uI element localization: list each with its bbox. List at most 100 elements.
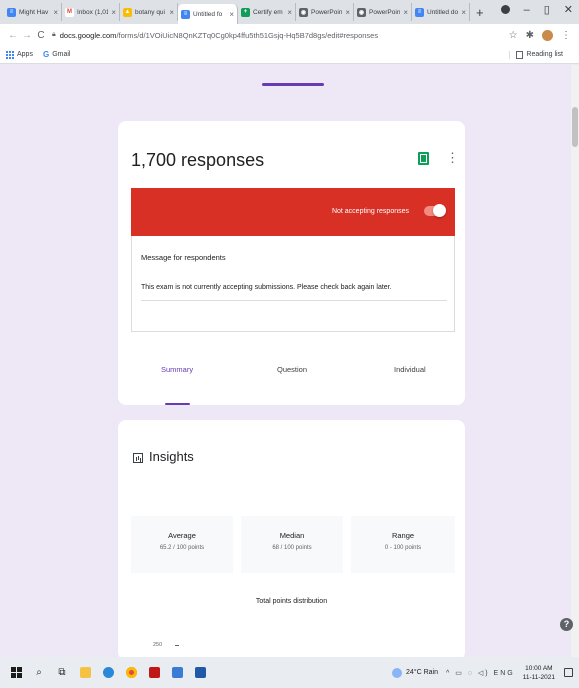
system-tray: 24°C Rain ^ ▭ ◌ ◁) ENG 10:00 AM 11-11-20… — [391, 664, 579, 682]
notification-icon[interactable] — [564, 668, 573, 677]
tray-icons[interactable]: ^ ▭ ◌ ◁) ENG — [446, 669, 515, 677]
stat-value: 65.2 / 100 points — [159, 545, 205, 551]
insights-card: Insights Average 65.2 / 100 points Media… — [118, 420, 465, 657]
tab-close-icon[interactable]: × — [403, 8, 408, 17]
browser-tab-label: Untitled do — [427, 8, 459, 16]
profile-avatar[interactable] — [542, 29, 553, 41]
bookmark-label: Gmail — [52, 51, 71, 58]
chrome-icon: ◉ — [299, 7, 308, 17]
new-tab-button[interactable]: + — [476, 5, 484, 20]
y-axis-tick-mark — [175, 645, 179, 646]
lock-icon: 🔒︎ — [52, 31, 56, 38]
chrome-icon: ◉ — [357, 7, 366, 17]
bookmark-apps[interactable]: Apps — [6, 50, 33, 59]
photos-icon[interactable] — [193, 666, 207, 680]
distribution-chart-title: Total points distribution — [255, 598, 328, 605]
browser-tab[interactable]: ≡ Untitled do × — [412, 3, 470, 21]
search-icon[interactable]: ⌕ — [32, 666, 46, 680]
message-input-underline — [141, 300, 447, 301]
browser-tab-label: PowerPoin — [311, 8, 343, 16]
mcafee-icon[interactable] — [147, 666, 161, 680]
bookmark-gmail[interactable]: G Gmail — [43, 50, 71, 59]
windows-start-icon[interactable] — [9, 666, 23, 680]
scrollbar-thumb[interactable] — [572, 107, 578, 147]
browser-tab-label: Certify em — [253, 8, 283, 16]
tab-question[interactable]: Question — [277, 365, 307, 374]
help-icon[interactable]: ? — [560, 618, 573, 631]
chrome-taskbar-icon[interactable] — [124, 666, 138, 680]
close-window-button[interactable]: ✕ — [564, 3, 573, 16]
reload-button[interactable]: C — [34, 30, 48, 41]
tab-close-icon[interactable]: × — [461, 8, 466, 17]
stat-label: Range — [391, 531, 415, 540]
tab-close-icon[interactable]: × — [345, 8, 350, 17]
y-axis-tick-label: 250 — [153, 642, 163, 648]
create-spreadsheet-icon[interactable] — [418, 152, 429, 165]
tab-close-icon[interactable]: × — [229, 10, 234, 19]
address-bar[interactable]: 🔒︎ docs.google.com/forms/d/1VOiUicN8QnKZ… — [52, 27, 482, 43]
weather-widget[interactable]: 24°C Rain — [391, 667, 438, 678]
tab-summary[interactable]: Summary — [161, 365, 193, 374]
window-controls: – ▯ ✕ — [500, 3, 573, 16]
tab-close-icon[interactable]: × — [169, 8, 174, 17]
tab-close-icon[interactable]: × — [53, 8, 58, 17]
accepting-responses-banner: Not accepting responses — [131, 188, 455, 236]
stat-average: Average 65.2 / 100 points — [131, 516, 233, 573]
page-scrollbar[interactable] — [571, 65, 579, 657]
clock-time: 10:00 AM — [525, 664, 553, 672]
maximize-button[interactable]: ▯ — [544, 3, 550, 16]
browser-tab-strip: ≡ Might Hav × M Inbox (1,01 × ▲ botany q… — [0, 0, 579, 24]
reading-list-icon — [516, 50, 524, 59]
browser-tab[interactable]: + Certify em × — [238, 3, 296, 21]
stat-value: 0 - 100 points — [384, 545, 422, 551]
tab-individual[interactable]: Individual — [394, 365, 426, 374]
browser-tab[interactable]: ≡ Might Hav × — [4, 3, 62, 21]
clock-date: 11-11-2021 — [522, 673, 555, 681]
browser-tab-label: Untitled fo — [193, 10, 223, 18]
respondent-message-box: Message for respondents This exam is not… — [131, 236, 455, 332]
docs-icon: ≡ — [7, 7, 16, 17]
insights-title: Insights — [149, 449, 194, 464]
weather-icon — [391, 667, 402, 678]
sheets-icon: + — [241, 7, 250, 17]
url-host: docs.google.com — [59, 30, 117, 40]
forward-button[interactable]: → — [20, 30, 34, 41]
toolbar-actions: ☆ ✱ ⋮ — [509, 29, 579, 41]
profile-circle-icon[interactable] — [500, 5, 510, 14]
file-explorer-icon[interactable] — [78, 666, 92, 680]
browser-tab-active[interactable]: ≡ Untitled fo × — [178, 4, 238, 24]
browser-menu-icon[interactable]: ⋮ — [561, 30, 571, 41]
task-view-icon[interactable]: ⧉ — [55, 666, 69, 680]
browser-tab-label: Inbox (1,01 — [77, 8, 109, 16]
browser-tab[interactable]: ◉ PowerPoin × — [296, 3, 354, 21]
reading-list-label: Reading list — [526, 51, 563, 58]
browser-tab[interactable]: M Inbox (1,01 × — [62, 3, 120, 21]
accepting-responses-label: Not accepting responses — [331, 208, 409, 215]
browser-tab[interactable]: ▲ botany qui × — [120, 3, 178, 21]
header-tab-indicator — [262, 83, 324, 86]
tab-close-icon[interactable]: × — [111, 8, 116, 17]
message-label: Message for respondents — [141, 253, 226, 262]
responses-tabs: Summary Question Individual — [118, 365, 465, 405]
minimize-button[interactable]: – — [524, 4, 530, 16]
more-options-icon[interactable]: ⋮ — [446, 151, 459, 164]
reading-list-button[interactable]: Reading list — [509, 50, 569, 59]
extensions-icon[interactable]: ✱ — [526, 30, 534, 41]
back-button[interactable]: ← — [6, 30, 20, 41]
browser-tab[interactable]: ◉ PowerPoin × — [354, 3, 412, 21]
windows-taskbar: ⌕ ⧉ 24°C Rain ^ ▭ ◌ ◁) ENG 10:00 AM 11-1… — [0, 657, 579, 688]
toggle-knob[interactable] — [433, 204, 446, 217]
tab-close-icon[interactable]: × — [287, 8, 292, 17]
message-input[interactable]: This exam is not currently accepting sub… — [141, 284, 392, 291]
store-icon[interactable] — [170, 666, 184, 680]
stat-value: 68 / 100 points — [272, 545, 312, 551]
weather-text: 24°C Rain — [405, 669, 438, 676]
responses-card: 1,700 responses ⋮ Not accepting response… — [118, 121, 465, 405]
browser-toolbar: ← → C 🔒︎ docs.google.com/forms/d/1VOiUic… — [0, 24, 579, 46]
google-g-icon: G — [42, 50, 50, 59]
edge-icon[interactable] — [101, 666, 115, 680]
stat-median: Median 68 / 100 points — [241, 516, 343, 573]
bookmark-star-icon[interactable]: ☆ — [509, 30, 518, 41]
clock[interactable]: 10:00 AM 11-11-2021 — [523, 664, 555, 682]
url-path: /forms/d/1VOiUicN8QnKZTq0Cg0kp4ffu5th51G… — [116, 30, 379, 40]
